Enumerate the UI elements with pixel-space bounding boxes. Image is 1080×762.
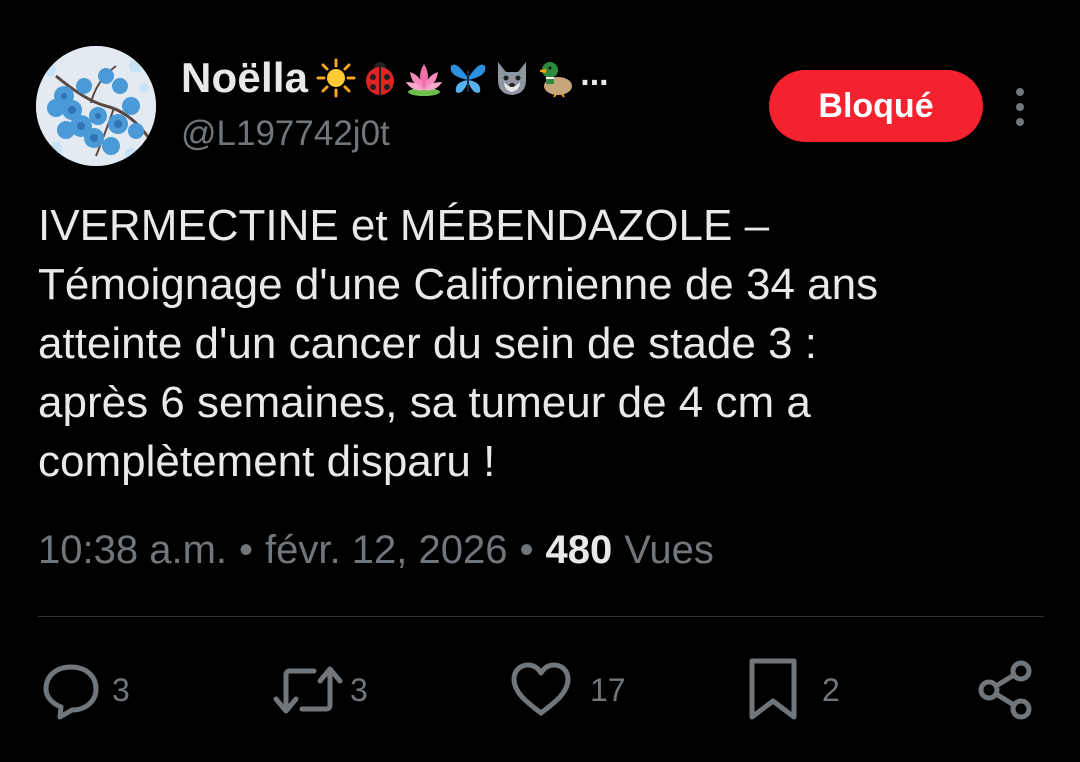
retweet-count: 3 <box>350 671 368 708</box>
like-button[interactable]: 17 <box>508 658 626 722</box>
ladybug-emoji <box>366 62 395 95</box>
tweet-detail: Noëlla ... @L197742j0t Bloqué IVERMECTIN… <box>0 0 1080 762</box>
name-ellipsis: ... <box>580 54 609 93</box>
avatar[interactable] <box>36 46 156 166</box>
like-count: 17 <box>590 671 626 708</box>
meta-separator: • <box>239 528 254 572</box>
tweet-text: IVERMECTINE et MÉBENDAZOLE – Témoignage … <box>38 201 879 486</box>
user-info: Noëlla ... @L197742j0t <box>181 52 609 154</box>
wolf-emoji <box>498 62 527 95</box>
views-count: 480 <box>545 528 613 572</box>
butterfly-emoji <box>450 64 486 93</box>
sun-emoji <box>316 58 356 98</box>
reply-icon <box>43 664 99 720</box>
retweet-button[interactable]: 3 <box>270 658 368 722</box>
display-name-row[interactable]: Noëlla ... <box>181 52 609 104</box>
display-name[interactable]: Noëlla <box>181 54 308 102</box>
blocked-button[interactable]: Bloqué <box>769 70 983 142</box>
views-label: Vues <box>624 528 714 572</box>
tweet-meta: 10:38 a.m. • févr. 12, 2026 • 480 Vues <box>38 528 714 573</box>
reply-count: 3 <box>112 671 130 708</box>
share-icon <box>978 660 1032 720</box>
more-options-icon[interactable] <box>1005 86 1035 128</box>
bookmark-button[interactable]: 2 <box>746 658 840 722</box>
duck-emoji <box>540 62 573 98</box>
divider <box>38 616 1044 617</box>
avatar-blossom-image <box>36 46 156 166</box>
name-emojis <box>316 58 576 98</box>
retweet-icon <box>273 666 343 714</box>
bookmark-count: 2 <box>822 671 840 708</box>
tweet-time[interactable]: 10:38 a.m. <box>38 528 227 573</box>
user-handle[interactable]: @L197742j0t <box>181 114 609 154</box>
lotus-emoji <box>406 64 443 96</box>
meta-separator: • <box>519 528 534 572</box>
bookmark-icon <box>749 658 797 720</box>
reply-button[interactable]: 3 <box>40 658 130 722</box>
heart-icon <box>511 662 571 716</box>
share-button[interactable] <box>975 658 1037 722</box>
tweet-date[interactable]: févr. 12, 2026 <box>265 528 507 573</box>
